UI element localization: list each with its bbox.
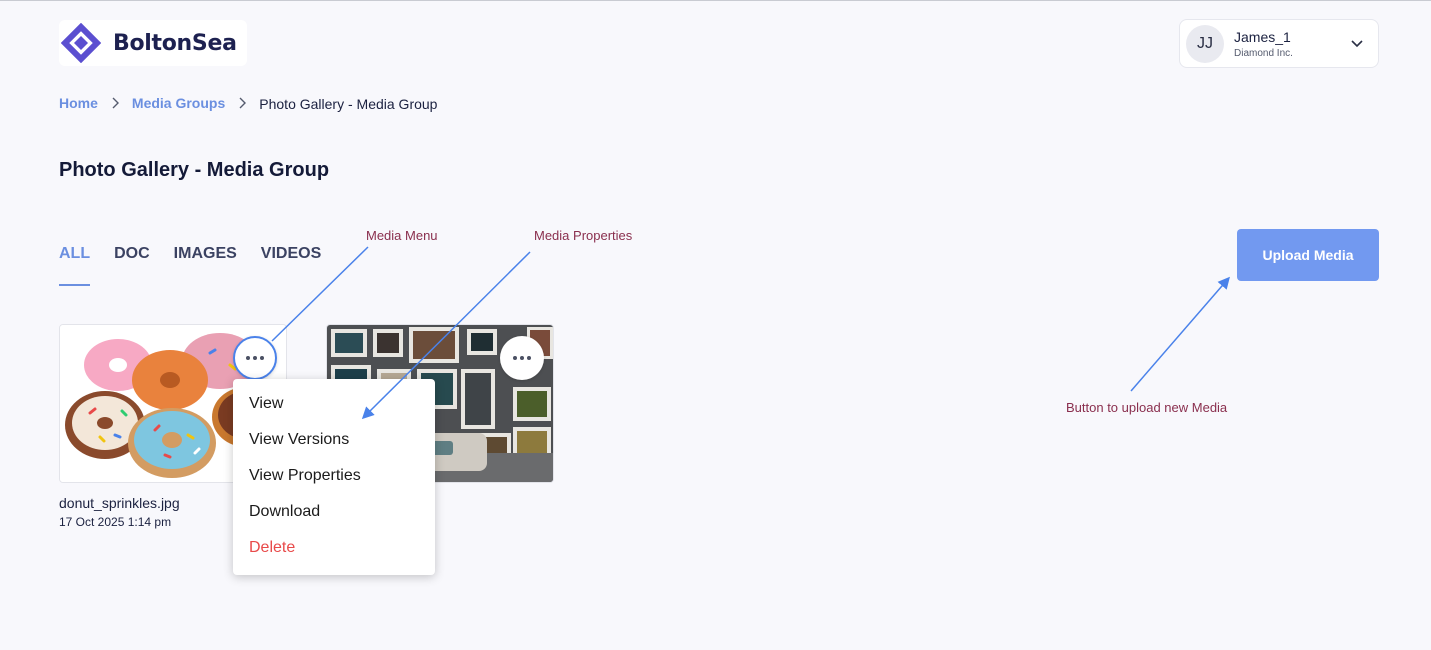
menu-item-delete[interactable]: Delete bbox=[233, 530, 435, 566]
menu-item-download[interactable]: Download bbox=[233, 494, 435, 530]
more-horizontal-icon bbox=[246, 356, 264, 360]
logo-icon bbox=[61, 23, 101, 63]
annotation-upload-hint: Button to upload new Media bbox=[1066, 400, 1228, 415]
breadcrumb-current: Photo Gallery - Media Group bbox=[259, 96, 438, 112]
menu-item-view-versions[interactable]: View Versions bbox=[233, 422, 435, 458]
breadcrumb-media-groups[interactable]: Media Groups bbox=[132, 95, 225, 111]
brand-name: BoltonSea bbox=[113, 30, 237, 56]
media-type-tabs: ALL DOC IMAGES VIDEOS bbox=[59, 245, 345, 286]
user-name: James_1 bbox=[1234, 28, 1291, 45]
user-menu[interactable]: JJ James_1 Diamond Inc. bbox=[1179, 19, 1379, 68]
more-horizontal-icon bbox=[513, 356, 531, 360]
tab-videos[interactable]: VIDEOS bbox=[261, 245, 321, 286]
annotation-media-menu: Media Menu bbox=[366, 228, 438, 243]
upload-hint-arrow bbox=[1130, 276, 1230, 392]
tab-all[interactable]: ALL bbox=[59, 245, 91, 286]
media-menu-button[interactable] bbox=[500, 336, 544, 380]
avatar: JJ bbox=[1186, 24, 1224, 63]
chevron-down-icon bbox=[1351, 40, 1363, 48]
menu-item-view[interactable]: View bbox=[233, 386, 435, 422]
tab-images[interactable]: IMAGES bbox=[174, 245, 237, 286]
tab-doc[interactable]: DOC bbox=[114, 245, 150, 286]
chevron-right-icon bbox=[110, 97, 120, 109]
media-context-menu: View View Versions View Properties Downl… bbox=[233, 379, 435, 575]
breadcrumb-home[interactable]: Home bbox=[59, 95, 98, 111]
upload-media-button[interactable]: Upload Media bbox=[1237, 229, 1379, 281]
media-menu-button[interactable] bbox=[233, 336, 277, 380]
breadcrumb: Home Media Groups Photo Gallery - Media … bbox=[59, 94, 437, 112]
annotation-media-properties: Media Properties bbox=[534, 228, 633, 243]
brand-logo[interactable]: BoltonSea bbox=[59, 20, 247, 66]
user-org: Diamond Inc. bbox=[1234, 47, 1293, 59]
page-title: Photo Gallery - Media Group bbox=[59, 159, 330, 181]
chevron-right-icon bbox=[237, 97, 247, 109]
menu-item-view-properties[interactable]: View Properties bbox=[233, 458, 435, 494]
